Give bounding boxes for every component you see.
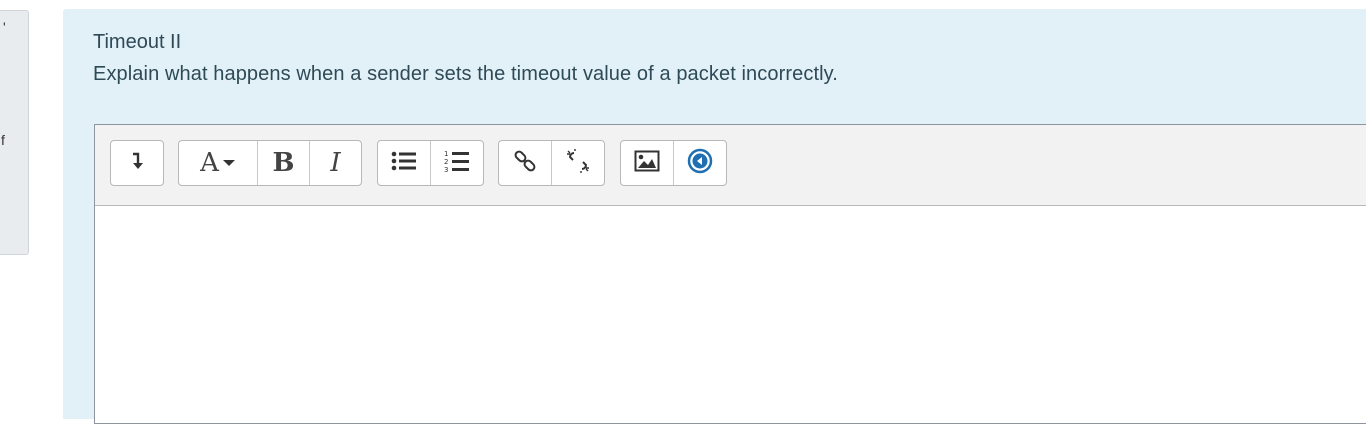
toolbar-group-text: A B I bbox=[178, 140, 362, 186]
link-button[interactable] bbox=[499, 141, 551, 185]
media-button[interactable] bbox=[673, 141, 725, 185]
toolbar-group-lists: 1 2 3 bbox=[377, 140, 484, 186]
image-button[interactable] bbox=[621, 141, 673, 185]
ordered-list-icon: 1 2 3 bbox=[444, 149, 470, 178]
text-style-button[interactable]: A bbox=[179, 141, 257, 185]
collapse-icon bbox=[130, 151, 144, 176]
editor-toolbar: A B I 1 2 3 bbox=[95, 125, 1366, 206]
ordered-list-button[interactable]: 1 2 3 bbox=[430, 141, 482, 185]
chevron-down-icon bbox=[222, 160, 235, 166]
collapse-toolbar-button[interactable] bbox=[111, 141, 163, 185]
media-icon bbox=[687, 148, 713, 179]
toolbar-group-links bbox=[498, 140, 605, 186]
question-text: Explain what happens when a sender sets … bbox=[93, 63, 838, 85]
side-text-fragment: f bbox=[1, 132, 5, 148]
svg-text:3: 3 bbox=[444, 166, 448, 173]
unordered-list-icon bbox=[391, 150, 417, 177]
editor-content-area[interactable] bbox=[95, 206, 1366, 423]
link-icon bbox=[513, 149, 537, 178]
bold-button[interactable]: B bbox=[257, 141, 309, 185]
svg-text:1: 1 bbox=[444, 150, 448, 158]
question-title: Timeout II bbox=[93, 31, 182, 53]
unlink-icon bbox=[565, 148, 591, 179]
toolbar-group-collapse bbox=[110, 140, 164, 186]
svg-text:2: 2 bbox=[444, 158, 448, 166]
image-icon bbox=[634, 150, 660, 177]
answer-editor: A B I 1 2 3 bbox=[94, 124, 1366, 424]
side-panel: ' f bbox=[0, 10, 29, 255]
unordered-list-button[interactable] bbox=[378, 141, 430, 185]
side-text-fragment: ' bbox=[3, 19, 6, 35]
bold-icon: B bbox=[272, 148, 295, 178]
question-panel: Timeout II Explain what happens when a s… bbox=[63, 9, 1366, 424]
text-style-icon: A bbox=[200, 148, 219, 178]
toolbar-group-media bbox=[620, 140, 727, 186]
unlink-button[interactable] bbox=[551, 141, 603, 185]
italic-button[interactable]: I bbox=[309, 141, 361, 185]
italic-icon: I bbox=[330, 148, 341, 178]
